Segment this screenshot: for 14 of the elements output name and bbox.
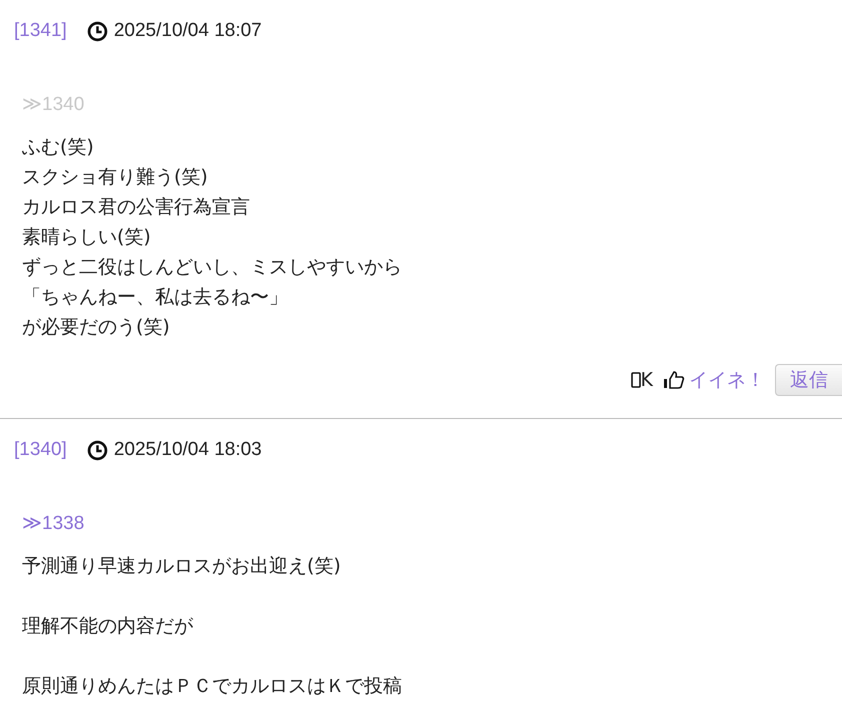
clock-icon: [86, 20, 108, 42]
post-number[interactable]: [1341]: [14, 20, 67, 42]
thumbs-up-icon[interactable]: [663, 370, 685, 390]
phone-icon: [630, 372, 641, 388]
reply-button[interactable]: 返信: [775, 364, 842, 396]
post-datetime: 2025/10/04 18:07: [114, 20, 262, 42]
post-body: ふむ(笑) スクショ有り難う(笑) カルロス君の公害行為宣言 素晴らしい(笑) ずっと二役はしんどいし、ミスしやすいから 「ちゃんねー、私は去るね〜」 が必要だのう(笑): [22, 135, 403, 340]
post-body: 予測通り早速カルロスがお出迎え(笑) 理解不能の内容だが 原則通りめんたはＰＣでカルロスはＫで投稿: [22, 554, 403, 699]
device-label: K: [640, 369, 653, 391]
reply-link[interactable]: ≫1338: [22, 511, 84, 535]
clock-icon: [86, 440, 108, 460]
like-link[interactable]: イイネ！: [689, 367, 765, 393]
post-datetime: 2025/10/04 18:03: [114, 439, 262, 461]
post-number[interactable]: [1340]: [14, 439, 67, 461]
